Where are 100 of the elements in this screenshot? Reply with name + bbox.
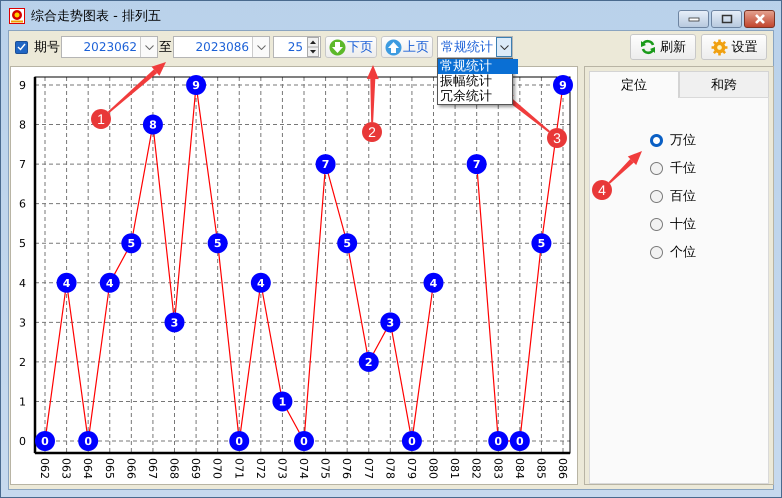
radio-button[interactable] — [650, 134, 663, 146]
period-label: 期号 — [34, 39, 60, 56]
x-tick-label: 069 — [189, 458, 202, 479]
data-label: 5 — [538, 237, 546, 250]
radio-button[interactable] — [650, 162, 663, 174]
radio-label: 百位 — [670, 188, 696, 205]
data-label: 4 — [257, 276, 266, 290]
x-tick-label: 084 — [512, 458, 526, 479]
y-tick-label: 1 — [19, 395, 26, 408]
data-label: 5 — [214, 237, 222, 250]
statistics-select[interactable]: 常规统计 — [437, 36, 513, 58]
data-label: 4 — [106, 276, 114, 290]
radio-label: 万位 — [670, 132, 696, 149]
x-tick-label: 074 — [297, 458, 310, 479]
minimize-icon — [688, 16, 700, 22]
data-point: 4 — [56, 272, 77, 293]
data-label: 3 — [386, 316, 394, 330]
x-tick-label: 065 — [102, 458, 116, 479]
minimize-button[interactable] — [678, 10, 709, 28]
data-label: 3 — [170, 316, 178, 330]
radio-button[interactable] — [650, 246, 663, 258]
settings-icon — [710, 38, 728, 56]
data-label: 7 — [472, 158, 480, 172]
y-tick-label: 8 — [19, 118, 26, 132]
data-point: 9 — [186, 75, 206, 95]
x-tick-label: 078 — [383, 458, 396, 479]
maximize-icon — [720, 14, 732, 24]
tab[interactable]: 和跨 — [679, 71, 769, 97]
chevron-down-icon — [144, 44, 154, 50]
y-tick-label: 6 — [19, 198, 26, 211]
radio-label: 个位 — [670, 244, 696, 261]
next-page-button[interactable]: 下页 — [325, 36, 377, 58]
x-tick-label: 081 — [448, 458, 462, 479]
data-point: 0 — [35, 431, 55, 451]
dropdown-option[interactable]: 振幅统计 — [438, 74, 512, 89]
data-label: 8 — [149, 118, 157, 132]
data-point: 0 — [402, 431, 422, 451]
data-label: 0 — [41, 435, 50, 448]
y-tick-label: 9 — [19, 79, 26, 92]
chevron-down-icon — [256, 44, 266, 50]
data-label: 4 — [62, 276, 71, 290]
x-tick-label: 083 — [491, 458, 504, 479]
radio-label: 十位 — [670, 216, 696, 233]
data-point: 5 — [121, 233, 142, 254]
data-point: 0 — [510, 431, 530, 451]
x-tick-label: 071 — [232, 458, 246, 479]
data-label: 0 — [516, 435, 524, 448]
radio-button[interactable] — [650, 190, 663, 202]
data-point: 2 — [358, 352, 379, 372]
y-tick-label: 0 — [19, 435, 26, 448]
app-icon — [9, 8, 25, 24]
x-tick-label: 070 — [210, 458, 224, 479]
data-label: 0 — [235, 435, 244, 448]
data-label: 0 — [408, 435, 416, 448]
from-issue-combo[interactable]: 2023062 — [61, 36, 158, 58]
to-label: 至 — [159, 39, 172, 56]
y-tick-label: 2 — [19, 356, 26, 369]
to-issue-combo[interactable]: 2023086 — [173, 36, 270, 58]
dropdown-option[interactable]: 常规统计 — [438, 59, 518, 74]
close-icon — [752, 14, 766, 24]
maximize-button[interactable] — [711, 10, 742, 28]
x-tick-label: 085 — [534, 458, 548, 479]
data-label: 9 — [559, 79, 567, 92]
data-point: 0 — [294, 431, 314, 451]
y-tick-label: 7 — [19, 158, 26, 172]
x-tick-label: 067 — [146, 458, 159, 479]
y-tick-label: 3 — [19, 316, 26, 330]
window-title: 综合走势图表 - 排列五 — [31, 8, 161, 24]
data-label: 2 — [364, 356, 373, 369]
refresh-icon — [640, 39, 656, 55]
prev-page-button[interactable]: 上页 — [381, 36, 433, 58]
data-point: 0 — [488, 431, 508, 451]
data-label: 5 — [128, 237, 136, 250]
x-tick-label: 082 — [470, 458, 483, 479]
data-label: 1 — [278, 395, 286, 408]
x-tick-label: 072 — [254, 458, 267, 479]
up-arrow-icon — [385, 38, 402, 56]
data-label: 0 — [300, 435, 308, 448]
x-tick-label: 066 — [124, 458, 138, 479]
checkbox[interactable] — [15, 40, 28, 54]
x-tick-label: 077 — [362, 458, 375, 479]
x-tick-label: 080 — [426, 458, 440, 479]
count-spinner[interactable]: 25 — [273, 36, 321, 58]
data-point: 4 — [424, 272, 444, 293]
chevron-down-icon — [500, 44, 508, 50]
data-label: 4 — [430, 276, 438, 290]
x-tick-label: 076 — [340, 458, 354, 479]
down-arrow-icon — [329, 38, 346, 56]
close-button[interactable] — [744, 10, 775, 28]
tab[interactable]: 定位 — [589, 71, 679, 98]
refresh-button[interactable]: 刷新 — [630, 34, 696, 60]
data-point: 7 — [316, 154, 336, 174]
x-tick-label: 075 — [318, 458, 332, 479]
data-label: 7 — [322, 158, 330, 172]
settings-button[interactable]: 设置 — [701, 34, 767, 60]
y-tick-label: 4 — [19, 276, 26, 290]
data-point: 7 — [466, 154, 487, 174]
data-point: 5 — [337, 233, 358, 254]
radio-button[interactable] — [650, 218, 663, 230]
data-point: 1 — [272, 391, 292, 412]
